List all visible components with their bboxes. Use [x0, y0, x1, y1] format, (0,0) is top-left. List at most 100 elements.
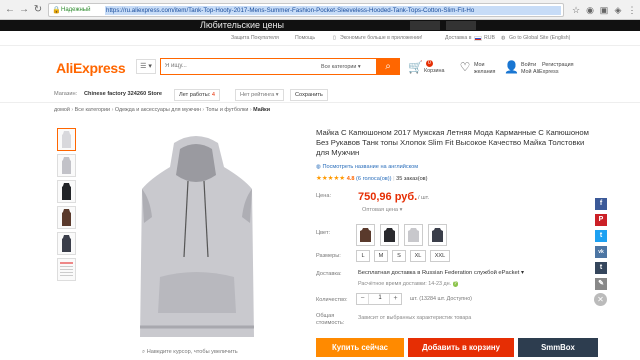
url-text[interactable]: https://ru.aliexpress.com/item/Tank-Top-… — [105, 6, 561, 15]
quantity-increase-button[interactable]: + — [389, 294, 401, 304]
save-store-button[interactable]: Сохранить — [290, 89, 328, 101]
delivery-time-text: Расчётное время доставки: 14-23 дн. — [358, 281, 452, 287]
heart-icon[interactable]: ♡ — [458, 60, 472, 74]
my-aliexpress-link[interactable]: Мой AliExpress — [521, 69, 559, 75]
thumb-hoodie-image — [62, 157, 71, 174]
add-to-cart-button[interactable]: Добавить в корзину — [408, 338, 514, 357]
breadcrumb-item[interactable]: Топы и футболки — [206, 107, 249, 113]
pinterest-icon[interactable]: P — [595, 214, 607, 226]
promo-banner[interactable]: Любительские цены — [0, 20, 640, 31]
breadcrumb-item[interactable]: Одежда и аксессуары для мужчин — [115, 107, 201, 113]
price-unit: / шт. — [418, 195, 430, 201]
size-option[interactable]: XXL — [430, 250, 450, 262]
twitter-icon[interactable]: t — [595, 230, 607, 242]
browser-chrome: ← → ↻ 🔒 Надежный https://ru.aliexpress.c… — [0, 0, 640, 20]
rating-value: 4.8 — [346, 176, 355, 182]
years-label: Лет работы: — [179, 92, 211, 98]
total-value: Зависит от выбранных характеристик товар… — [358, 315, 472, 321]
info-icon[interactable]: ? — [452, 281, 458, 287]
size-option[interactable]: S — [392, 250, 406, 262]
swatch-image — [384, 228, 395, 242]
no-rating-label: Нет рейтинга — [240, 92, 275, 98]
breadcrumb: домой › Все категории › Одежда и аксессу… — [54, 107, 271, 113]
shop-label: Магазин: — [54, 91, 78, 97]
categories-menu-button[interactable]: ☰ ▾ — [136, 59, 156, 74]
close-icon[interactable]: ✕ — [594, 293, 607, 306]
buy-now-button[interactable]: Купить сейчас — [316, 338, 404, 357]
app-promo-link[interactable]: Экономьте больше в приложении! — [340, 35, 422, 41]
cart-label[interactable]: Корзина — [424, 68, 445, 74]
star-icon[interactable]: ☆ — [570, 4, 582, 16]
extension-icon[interactable]: ▣ — [598, 4, 610, 16]
product-thumbnail[interactable] — [57, 128, 76, 151]
search-button[interactable]: ⌕ — [376, 58, 400, 75]
color-swatch[interactable] — [356, 224, 375, 246]
russia-flag-icon — [474, 36, 482, 41]
search-bar: Все категории ▾ — [160, 58, 400, 75]
reload-icon[interactable]: ↻ — [32, 4, 44, 16]
aliexpress-logo[interactable]: AliExpress — [56, 60, 126, 76]
shipping-method[interactable]: Бесплатная доставка в Russian Federation… — [358, 270, 524, 276]
total-label: стоимость: — [316, 320, 345, 326]
color-swatch[interactable] — [428, 224, 447, 246]
product-thumbnail[interactable] — [57, 232, 76, 255]
breadcrumb-home[interactable]: домой — [54, 107, 70, 113]
wishlist-label[interactable]: Мои — [474, 62, 485, 68]
color-swatch[interactable] — [404, 224, 423, 246]
search-input[interactable] — [165, 63, 315, 69]
store-bar: Магазин: Chinese factory 324260 Store Ле… — [0, 86, 640, 103]
quantity-value[interactable]: 1 — [373, 295, 387, 301]
size-option[interactable]: XL — [410, 250, 426, 262]
top-links-bar: Защита Покупателя Помощь ▯ Экономьте бол… — [0, 31, 640, 46]
reviews-link[interactable]: (6 голоса(ов)) — [356, 176, 391, 182]
user-icon[interactable]: 👤 — [504, 60, 519, 74]
quantity-available: шт. (13284 шт. Доступно) — [410, 296, 472, 302]
main-product-image[interactable] — [84, 127, 308, 347]
product-title: Майка С Капюшоном 2017 Мужская Летняя Мо… — [316, 128, 589, 157]
breadcrumb-current: Майки — [253, 107, 271, 113]
search-category-select[interactable]: Все категории ▾ — [321, 64, 361, 70]
register-link[interactable]: Регистрация — [542, 62, 574, 68]
vk-icon[interactable]: vk — [595, 246, 607, 258]
breadcrumb-item[interactable]: Все категории — [75, 107, 110, 113]
magnifier-icon: ⌕ — [142, 349, 146, 355]
currency-selector[interactable]: RUB — [484, 35, 495, 41]
login-link[interactable]: Войти — [521, 62, 536, 68]
menu-icon[interactable]: ⋮ — [626, 4, 638, 16]
extension-icon[interactable]: ◉ — [584, 4, 596, 16]
facebook-icon[interactable]: f — [595, 198, 607, 210]
product-thumbnail[interactable] — [57, 206, 76, 229]
extension-icon[interactable]: ◈ — [612, 4, 624, 16]
back-icon[interactable]: ← — [4, 4, 16, 16]
wholesale-price-link[interactable]: Оптовая цена ▾ — [362, 207, 402, 213]
product-thumbnail[interactable] — [57, 258, 76, 281]
banner-text: Любительские цены — [200, 20, 284, 30]
banner-decoration — [410, 21, 440, 30]
store-rating-box[interactable]: Нет рейтинга ▾ — [235, 89, 284, 101]
global-site-link[interactable]: Go to Global Site (English) — [509, 35, 570, 41]
quantity-label: Количество: — [316, 297, 348, 303]
thumb-hoodie-image — [62, 209, 71, 226]
ship-to-link[interactable]: Доставка в — [445, 35, 471, 41]
quantity-decrease-button[interactable]: − — [357, 294, 369, 304]
tumblr-icon[interactable]: t — [595, 262, 607, 274]
color-swatch[interactable] — [380, 224, 399, 246]
product-thumbnail[interactable] — [57, 180, 76, 203]
product-thumbnail[interactable] — [57, 154, 76, 177]
translate-title-link[interactable]: ◍ Посмотреть название на английском — [316, 164, 418, 170]
help-link[interactable]: Помощь — [295, 35, 315, 41]
wishlist-label[interactable]: желания — [474, 69, 495, 75]
quantity-stepper: − 1 + — [356, 293, 402, 305]
edit-icon[interactable]: ✎ — [595, 278, 607, 290]
buyer-protection-link[interactable]: Защита Покупателя — [231, 35, 279, 41]
orders-count: 35 заказ(ов) — [396, 176, 428, 182]
size-option[interactable]: M — [374, 250, 388, 262]
search-category-label: Все категории — [321, 64, 357, 70]
size-option[interactable]: L — [356, 250, 370, 262]
forward-icon[interactable]: → — [18, 4, 30, 16]
address-bar[interactable]: 🔒 Надежный https://ru.aliexpress.com/ite… — [48, 3, 564, 17]
shop-name-link[interactable]: Chinese factory 324260 Store — [84, 91, 162, 97]
smmbox-button[interactable]: SmmBox — [518, 338, 598, 357]
cart-icon[interactable]: 🛒 — [408, 60, 423, 74]
zoom-hint-text: Наведите курсор, чтобы увеличить — [146, 349, 238, 355]
